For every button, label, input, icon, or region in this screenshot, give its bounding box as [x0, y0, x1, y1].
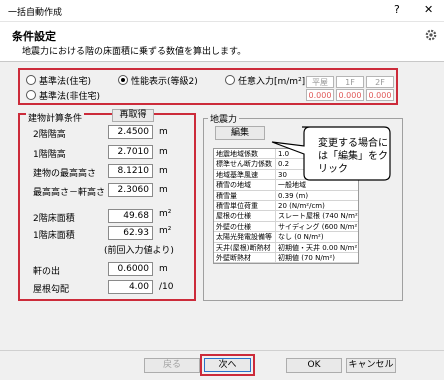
radio-seino-hyoji[interactable]	[118, 75, 128, 85]
field-label: 軒の出	[33, 267, 61, 277]
field-label: 建物の最高高さ	[33, 169, 97, 179]
field-unit: m	[159, 127, 168, 137]
header-panel: 条件設定 地震力における階の床面積に乗ずる数値を算出します。	[0, 22, 444, 62]
reload-button[interactable]: 再取得	[112, 109, 154, 122]
gear-icon[interactable]	[424, 28, 438, 42]
radio-label: 基準法(非住宅)	[39, 92, 101, 102]
title-bar: 一括自動作成 ? ✕	[0, 0, 444, 22]
radio-kijunho-jutaku[interactable]	[26, 75, 36, 85]
table-value: なし (0 N/m²)	[278, 233, 324, 242]
table-value: サイディング (600 N/m²)	[278, 222, 358, 231]
table-value: 初期値 (70 N/m²)	[278, 253, 336, 262]
help-button[interactable]: ?	[394, 3, 400, 16]
table-row: 天井(屋根)断熱材 初期値・天井 0.00 N/m²)	[214, 242, 358, 253]
table-value: 初期値・天井 0.00 N/m²)	[278, 243, 358, 252]
radio-label: 性能表示(等級2)	[131, 77, 198, 87]
next-button[interactable]: 次へ	[204, 358, 251, 372]
floor2-area-field[interactable]: 49.68	[108, 209, 153, 223]
field-unit: m	[159, 185, 168, 195]
back-button[interactable]: 戻る	[144, 358, 200, 373]
table-row: 積雪単位荷重 20 (N/m²/cm)	[214, 200, 358, 212]
radio-kijunho-hijutaku[interactable]	[26, 90, 36, 100]
callout-text: 変更する場合には「編集」をクリック	[318, 138, 388, 175]
table-row: 屋根の仕様 スレート屋根 (740 N/m²)	[214, 211, 358, 222]
page-title: 条件設定	[12, 30, 56, 43]
page-subtitle: 地震力における階の床面積に乗ずる数値を算出します。	[22, 47, 247, 57]
table-value: 20 (N/m²/cm)	[278, 201, 325, 210]
table-row: 外壁の仕様 サイディング (600 N/m²)	[214, 221, 358, 233]
field-unit: m	[159, 264, 168, 274]
field-unit: m²	[159, 226, 172, 236]
ok-button[interactable]: OK	[286, 358, 342, 373]
window-title: 一括自動作成	[8, 8, 63, 18]
field-unit: /10	[159, 282, 174, 292]
seismic-group-title: 地震力	[208, 112, 240, 125]
radio-label: 任意入力[m/m²]	[238, 77, 306, 87]
floor1-height-field[interactable]: 2.7010	[108, 145, 153, 159]
field-label: 2階階高	[33, 130, 66, 140]
mini-header-2f: 2F	[366, 76, 394, 88]
table-key: 積雪量	[214, 190, 276, 200]
mini-value-2f: 0.000	[366, 89, 394, 101]
field-label: 1階床面積	[33, 231, 75, 241]
radio-nini-nyuryoku[interactable]	[225, 75, 235, 85]
table-key: 屋根の仕様	[214, 211, 276, 221]
table-key: 外壁の仕様	[214, 221, 276, 232]
radio-label: 基準法(住宅)	[39, 77, 92, 87]
close-button[interactable]: ✕	[424, 3, 433, 16]
previous-input-note: (前回入力値より)	[104, 246, 174, 256]
table-key: 太陽光発電設備等	[214, 232, 276, 242]
mini-header-hiraya: 平屋	[306, 76, 334, 88]
roof-slope-field[interactable]: 4.00	[108, 280, 153, 294]
eave-overhang-field[interactable]: 0.6000	[108, 262, 153, 276]
max-height-field[interactable]: 8.1210	[108, 164, 153, 178]
table-key: 天井(屋根)断熱材	[214, 242, 276, 252]
max-minus-eave-field[interactable]: 2.3060	[108, 183, 153, 197]
field-unit: m	[159, 166, 168, 176]
building-group-title: 建物計算条件	[26, 111, 85, 124]
field-unit: m²	[159, 209, 172, 219]
field-label: 屋根勾配	[33, 285, 70, 295]
table-value: 0.39 (m)	[278, 191, 309, 200]
table-row: 外壁断熱材 初期値 (70 N/m²)	[214, 252, 358, 264]
cancel-button[interactable]: キャンセル	[346, 358, 396, 373]
table-value: スレート屋根 (740 N/m²)	[278, 212, 358, 221]
mini-header-1f: 1F	[336, 76, 364, 88]
table-row: 太陽光発電設備等 なし (0 N/m²)	[214, 232, 358, 243]
mini-value-1f: 0.000	[336, 89, 364, 101]
field-label: 2階床面積	[33, 214, 75, 224]
floor2-height-field[interactable]: 2.4500	[108, 125, 153, 139]
table-key: 積雪単位荷重	[214, 200, 276, 211]
table-key: 外壁断熱材	[214, 252, 276, 263]
edit-button[interactable]: 編集	[215, 126, 265, 140]
mini-value-hiraya: 0.000	[306, 89, 334, 101]
table-row: 積雪量 0.39 (m)	[214, 190, 358, 201]
field-label: 1階階高	[33, 150, 66, 160]
field-unit: m	[159, 147, 168, 157]
floor1-area-field[interactable]: 62.93	[108, 226, 153, 240]
field-label: 最高高さ－軒高さ	[33, 188, 106, 198]
